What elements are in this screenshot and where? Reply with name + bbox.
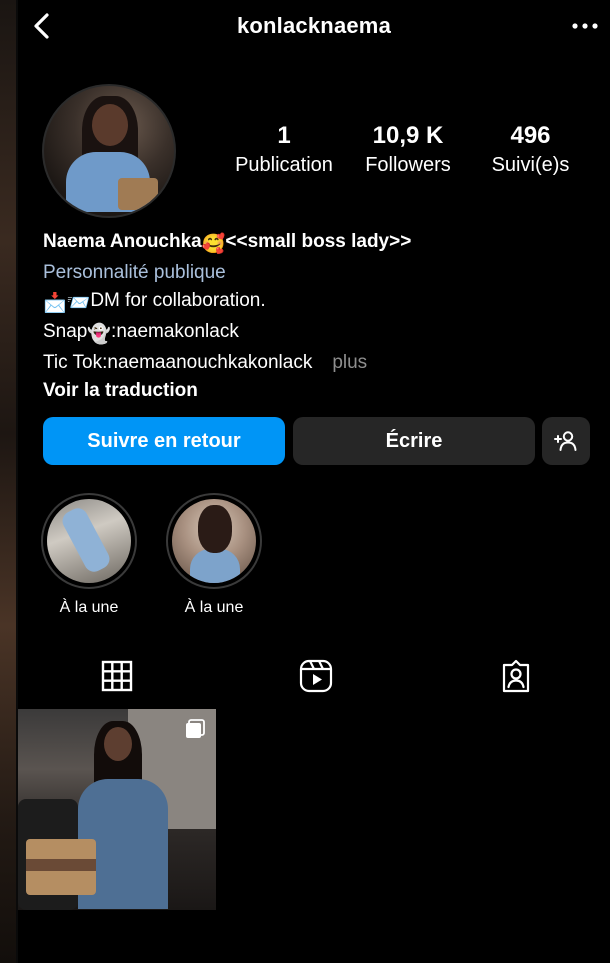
carousel-icon bbox=[184, 719, 206, 739]
bio-line-dm: 📩📨DM for collaboration. bbox=[43, 287, 593, 318]
message-button[interactable]: Écrire bbox=[293, 417, 535, 465]
more-options-icon[interactable] bbox=[570, 16, 600, 36]
display-name: Naema Anouchka bbox=[43, 231, 202, 252]
stat-posts-label: Publication bbox=[235, 154, 333, 176]
stat-posts[interactable]: 1 Publication bbox=[224, 122, 344, 180]
highlight-cover bbox=[166, 493, 262, 589]
bio-more-link[interactable]: plus bbox=[332, 352, 367, 373]
highlight-label: À la une bbox=[184, 599, 244, 616]
tab-tagged[interactable] bbox=[496, 656, 536, 696]
tab-reels[interactable] bbox=[296, 656, 336, 696]
stat-following-label: Suivi(e)s bbox=[491, 154, 570, 176]
stat-following[interactable]: 496 Suivi(e)s bbox=[473, 122, 588, 180]
bio-line-snap: Snap👻:naemakonlack bbox=[43, 318, 593, 349]
top-bar: konlacknaema bbox=[18, 0, 610, 52]
add-person-icon bbox=[554, 431, 577, 451]
smiling-hearts-emoji: 🥰 bbox=[201, 234, 226, 255]
ghost-emoji: 👻 bbox=[87, 324, 112, 345]
follow-back-button[interactable]: Suivre en retour bbox=[43, 417, 285, 465]
suggest-people-button[interactable] bbox=[542, 417, 590, 465]
grid-icon bbox=[101, 660, 133, 692]
bio-name-line: Naema Anouchka🥰<<small boss lady>> bbox=[43, 228, 593, 259]
highlight-item[interactable]: À la une bbox=[166, 493, 262, 618]
profile-username: konlacknaema bbox=[236, 13, 392, 38]
post-thumbnail[interactable] bbox=[18, 709, 216, 910]
stat-following-count: 496 bbox=[510, 122, 551, 149]
highlight-cover bbox=[41, 493, 137, 589]
stat-posts-count: 1 bbox=[277, 122, 291, 149]
bio-tiktok-text: Tic Tok:naemaanouchkakonlack bbox=[43, 352, 313, 373]
profile-avatar[interactable] bbox=[42, 84, 176, 218]
stat-followers[interactable]: 10,9 K Followers bbox=[348, 122, 468, 180]
bio-dm-text: DM for collaboration. bbox=[90, 290, 266, 311]
bio-snap-prefix: Snap bbox=[43, 321, 88, 342]
reels-icon bbox=[299, 659, 333, 693]
bio-snap-text: :naemakonlack bbox=[111, 321, 239, 342]
tab-posts-grid[interactable] bbox=[97, 656, 137, 696]
translate-link[interactable]: Voir la traduction bbox=[43, 377, 593, 405]
profile-bio: Naema Anouchka🥰<<small boss lady>> Perso… bbox=[43, 228, 593, 405]
highlight-item[interactable]: À la une bbox=[41, 493, 137, 618]
tagged-icon bbox=[502, 659, 530, 693]
stat-followers-label: Followers bbox=[365, 154, 451, 176]
stat-followers-count: 10,9 K bbox=[372, 122, 444, 149]
envelope-emoji: 📩📨 bbox=[43, 293, 91, 314]
display-name-suffix: <<small boss lady>> bbox=[225, 231, 412, 252]
highlight-label: À la une bbox=[59, 599, 119, 616]
profile-screen: konlacknaema 1 Publication 10,9 K Follow… bbox=[18, 0, 610, 963]
bio-line-tiktok: Tic Tok:naemaanouchkakonlack plus bbox=[43, 349, 593, 377]
background-app-strip bbox=[0, 0, 18, 963]
avatar-photo bbox=[44, 86, 174, 216]
bio-category: Personnalité publique bbox=[43, 262, 226, 283]
